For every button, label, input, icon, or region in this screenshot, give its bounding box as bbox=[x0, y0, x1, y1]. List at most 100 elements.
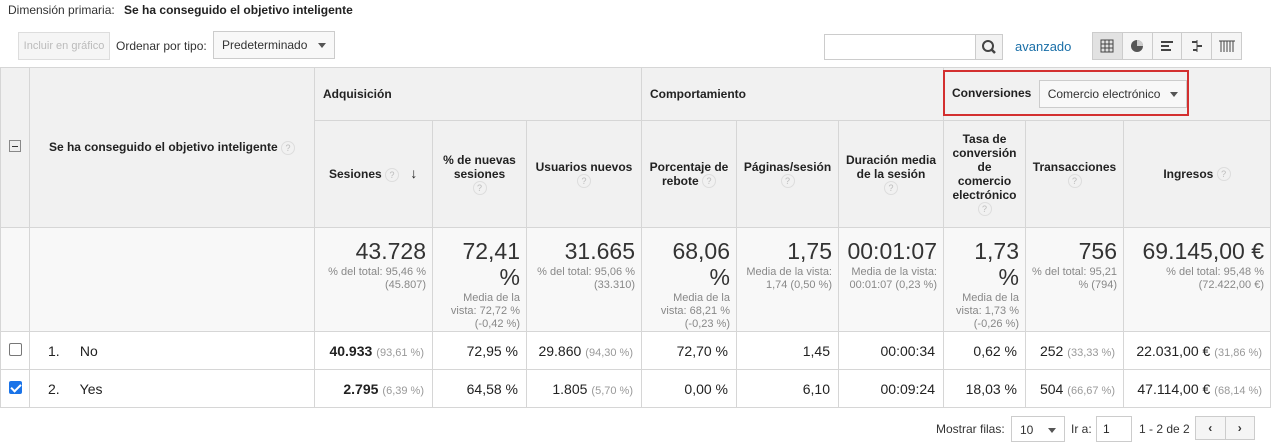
total-cell: 72,41 % Media de la vista: 72,72 % (-0,42… bbox=[432, 227, 527, 332]
select-all-cell bbox=[0, 67, 30, 228]
totals-spacer bbox=[29, 227, 315, 332]
search-input[interactable] bbox=[824, 34, 976, 60]
total-sub: % del total: 95,21 % (794) bbox=[1032, 266, 1118, 291]
row-index: 1. bbox=[48, 342, 60, 359]
table-view-button[interactable] bbox=[1093, 33, 1123, 59]
chevron-down-icon bbox=[1048, 428, 1056, 433]
select-all-toggle[interactable] bbox=[9, 140, 21, 152]
cell-pct: (5,70 %) bbox=[591, 384, 633, 397]
cell-pct: (33,33 %) bbox=[1067, 346, 1115, 359]
cell-pct: (94,30 %) bbox=[585, 346, 633, 359]
total-value: 68,06 % bbox=[672, 238, 730, 290]
advanced-filter-link[interactable]: avanzado bbox=[1015, 39, 1071, 54]
column-label: Usuarios nuevos bbox=[535, 159, 633, 174]
goto-page-input[interactable]: 1 bbox=[1096, 416, 1132, 442]
row-index: 2. bbox=[48, 380, 60, 397]
help-icon[interactable]: ? bbox=[702, 174, 717, 189]
total-value: 72,41 % bbox=[462, 238, 520, 290]
column-label: Transacciones bbox=[1032, 159, 1117, 174]
group-acquisition: Adquisición bbox=[314, 67, 642, 121]
cell-avg-duration: 00:09:24 bbox=[838, 369, 944, 408]
sort-descending-icon: ↓ bbox=[410, 165, 418, 182]
help-icon[interactable]: ? bbox=[385, 167, 400, 182]
help-icon[interactable]: ? bbox=[884, 181, 898, 196]
total-sub: Media de la vista: 68,21 % (-0,23 %) bbox=[660, 292, 730, 330]
column-header-transactions[interactable]: Transacciones? bbox=[1025, 120, 1124, 228]
column-header-new-sessions-pct[interactable]: % de nuevas sesiones? bbox=[432, 120, 527, 228]
column-label: Páginas/sesión bbox=[743, 159, 832, 174]
total-cell: 756% del total: 95,21 % (794) bbox=[1025, 227, 1124, 332]
total-cell: 68,06 % Media de la vista: 68,21 % (-0,23… bbox=[641, 227, 737, 332]
conversions-highlight-box bbox=[943, 70, 1189, 116]
cell-pct: (93,61 %) bbox=[376, 346, 424, 359]
cell-conversion-rate: 0,62 % bbox=[943, 331, 1026, 370]
report-table: Se ha conseguido el objetivo inteligente… bbox=[0, 67, 1271, 408]
primary-dimension-value[interactable]: Se ha conseguido el objetivo inteligente bbox=[124, 3, 353, 17]
sort-type-select[interactable]: Predeterminado bbox=[213, 31, 335, 59]
column-label: Duración media de la sesión bbox=[845, 152, 937, 181]
comparison-view-icon bbox=[1191, 40, 1202, 52]
row-dimension-link[interactable]: Yes bbox=[80, 381, 103, 397]
column-header-revenue[interactable]: Ingresos ? bbox=[1123, 120, 1271, 228]
cell-avg-duration: 00:00:34 bbox=[838, 331, 944, 370]
cell-new-users: 1.805 (5,70 %) bbox=[526, 369, 642, 408]
chevron-down-icon bbox=[318, 43, 326, 48]
next-page-button[interactable]: › bbox=[1225, 417, 1254, 439]
total-value: 756 bbox=[1078, 238, 1117, 264]
row-dimension-link[interactable]: No bbox=[80, 343, 98, 359]
total-sub: % del total: 95,48 % (72.422,00 €) bbox=[1166, 266, 1264, 291]
cell-sessions: 40.933 (93,61 %) bbox=[314, 331, 433, 370]
column-header-conversion-rate[interactable]: Tasa de conversión de comercio electróni… bbox=[943, 120, 1026, 228]
total-value: 1,75 bbox=[787, 238, 832, 264]
help-icon[interactable]: ? bbox=[977, 202, 992, 217]
column-label: Tasa de conversión de comercio electróni… bbox=[952, 131, 1017, 202]
table-row: 1. No 40.933 (93,61 %) 72,95 % 29.860 (94,… bbox=[0, 331, 1271, 370]
comparison-view-button[interactable] bbox=[1182, 33, 1213, 59]
help-icon[interactable]: ? bbox=[1067, 174, 1082, 189]
search-button[interactable] bbox=[975, 34, 1003, 60]
table-row: 2. Yes 2.795 (6,39 %) 64,58 % 1.805 (5,70 … bbox=[0, 369, 1271, 408]
column-header-new-users[interactable]: Usuarios nuevos? bbox=[526, 120, 642, 228]
cell-value: 504 bbox=[1039, 380, 1064, 397]
help-icon[interactable]: ? bbox=[577, 174, 591, 189]
column-header-bounce-rate[interactable]: Porcentaje de rebote ? bbox=[641, 120, 737, 228]
column-header-sessions[interactable]: Sesiones ? ↓ bbox=[314, 120, 433, 228]
pivot-view-button[interactable] bbox=[1212, 33, 1241, 59]
totals-spacer bbox=[0, 227, 30, 332]
cell-pct: (31,86 %) bbox=[1214, 346, 1262, 359]
row-checkbox[interactable] bbox=[8, 380, 22, 394]
cell-new-sessions-pct: 72,95 % bbox=[432, 331, 527, 370]
pivot-view-icon bbox=[1218, 40, 1235, 52]
sort-type-label: Ordenar por tipo: bbox=[116, 39, 207, 53]
total-value: 00:01:07 bbox=[847, 238, 937, 264]
help-icon[interactable]: ? bbox=[1216, 167, 1231, 182]
column-header-pages-per-session[interactable]: Páginas/sesión? bbox=[736, 120, 839, 228]
help-icon[interactable]: ? bbox=[281, 140, 296, 155]
sort-type-value: Predeterminado bbox=[222, 38, 308, 52]
performance-view-button[interactable] bbox=[1152, 33, 1183, 59]
pie-view-button[interactable] bbox=[1122, 33, 1153, 59]
row-checkbox[interactable] bbox=[8, 342, 22, 356]
cell-value: 22.031,00 € bbox=[1136, 342, 1211, 359]
row-dimension-cell: 2. Yes bbox=[29, 369, 315, 408]
help-icon[interactable]: ? bbox=[472, 181, 487, 196]
prev-page-button[interactable]: ‹ bbox=[1196, 417, 1226, 439]
total-sub: % del total: 95,06 % (33.310) bbox=[537, 266, 635, 291]
total-cell: 1,73 % Media de la vista: 1,73 % (-0,26 %… bbox=[943, 227, 1026, 332]
total-value: 31.665 bbox=[564, 238, 635, 264]
column-header-avg-duration[interactable]: Duración media de la sesión? bbox=[838, 120, 944, 228]
total-sub: Media de la vista: 1,74 (0,50 %) bbox=[746, 266, 832, 291]
dimension-header-label: Se ha conseguido el objetivo inteligente bbox=[48, 140, 278, 155]
group-behavior: Comportamiento bbox=[641, 67, 944, 121]
plot-rows-button[interactable]: Incluir en gráfico bbox=[18, 32, 110, 60]
dimension-header[interactable]: Se ha conseguido el objetivo inteligente… bbox=[29, 67, 315, 228]
row-checkbox-cell bbox=[0, 369, 30, 408]
total-sub: Media de la vista: 00:01:07 (0,23 %) bbox=[849, 266, 937, 291]
rows-per-page-select[interactable]: 10 bbox=[1011, 416, 1065, 442]
page-nav: ‹ › bbox=[1195, 416, 1255, 440]
help-icon[interactable]: ? bbox=[780, 174, 795, 189]
total-value: 1,73 % bbox=[974, 238, 1019, 290]
view-switcher bbox=[1092, 32, 1242, 60]
total-value: 69.145,00 € bbox=[1142, 238, 1264, 264]
search-icon bbox=[982, 40, 996, 54]
